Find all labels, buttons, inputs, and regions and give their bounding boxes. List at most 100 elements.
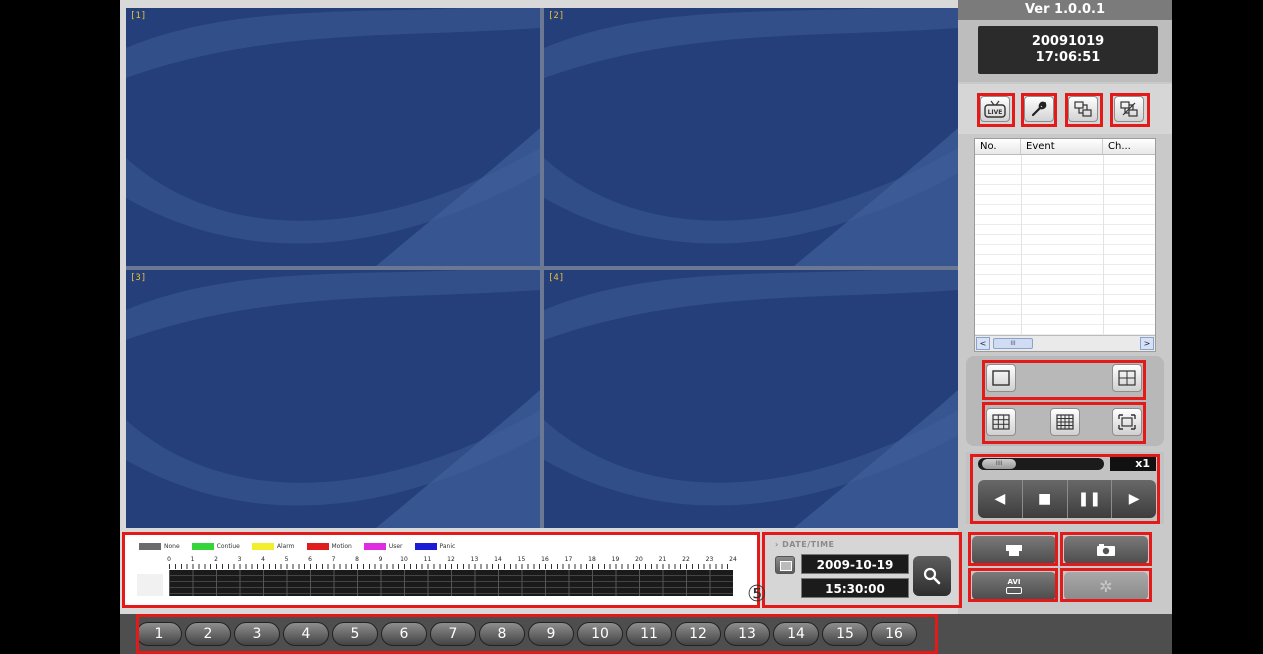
- fullscreen-button[interactable]: [1112, 408, 1142, 436]
- hour-label: 11: [423, 556, 432, 563]
- sixteen-view-button[interactable]: [1050, 408, 1080, 436]
- scroll-left-button[interactable]: <: [976, 337, 990, 350]
- channel-button-16[interactable]: 16: [871, 622, 917, 646]
- single-view-icon: [992, 370, 1010, 386]
- channel-button-2[interactable]: 2: [185, 622, 231, 646]
- channel-button-10[interactable]: 10: [577, 622, 623, 646]
- playback-speed-slider[interactable]: IIII: [978, 458, 1104, 470]
- camera-view-3[interactable]: [3]: [126, 270, 540, 528]
- channel-button-4[interactable]: 4: [283, 622, 329, 646]
- datetime-search-panel: › DATE/TIME 2009-10-19 15:30:00: [761, 534, 958, 606]
- rewind-button[interactable]: ◀: [978, 480, 1023, 518]
- print-button[interactable]: [972, 536, 1056, 564]
- scroll-thumb[interactable]: III: [993, 338, 1033, 349]
- hour-label: 24: [729, 556, 737, 563]
- action-panel: AVI ✲: [968, 530, 1164, 604]
- channel-button-6[interactable]: 6: [381, 622, 427, 646]
- hour-label: 20: [635, 556, 643, 563]
- disconnect-button[interactable]: [1114, 96, 1144, 122]
- live-button[interactable]: LIVE: [980, 96, 1010, 122]
- network-icon: [1074, 101, 1092, 117]
- channel-button-11[interactable]: 11: [626, 622, 672, 646]
- search-button[interactable]: [913, 556, 951, 596]
- horizontal-scrollbar[interactable]: < III >: [975, 335, 1155, 351]
- column-header-channel[interactable]: Ch...: [1103, 139, 1155, 154]
- legend-label: Alarm: [276, 542, 295, 550]
- hour-label: 4: [261, 556, 265, 563]
- legend-label: Panic: [439, 542, 456, 550]
- calendar-button[interactable]: [775, 556, 795, 574]
- camera-view-2[interactable]: [2]: [544, 8, 958, 266]
- channel-button-3[interactable]: 3: [234, 622, 280, 646]
- pause-button[interactable]: ❚❚: [1068, 480, 1113, 518]
- camera-view-4[interactable]: [4]: [544, 270, 958, 528]
- sixteen-view-icon: [1056, 414, 1074, 430]
- setup-button[interactable]: [1024, 96, 1054, 122]
- column-header-no[interactable]: No.: [975, 139, 1021, 154]
- dvr-viewer-app: [1] [2] [3] [4] Ver 1.0.0.1 20091019 17:…: [120, 0, 1172, 654]
- column-header-event[interactable]: Event: [1021, 139, 1103, 154]
- slider-knob[interactable]: IIII: [982, 459, 1016, 469]
- channel-label-area: [137, 574, 163, 596]
- hour-label: 13: [470, 556, 479, 563]
- hour-label: 1: [190, 556, 195, 563]
- single-view-button[interactable]: [986, 364, 1016, 392]
- fullscreen-icon: [1118, 414, 1136, 430]
- clock-display: 20091019 17:06:51: [978, 26, 1158, 74]
- event-list-header: No. Event Ch...: [975, 139, 1155, 155]
- nine-view-button[interactable]: [986, 408, 1016, 436]
- hour-label: 2: [214, 556, 218, 563]
- quad-view-icon: [1118, 370, 1136, 386]
- snapshot-button[interactable]: [1064, 536, 1148, 564]
- channel-button-1[interactable]: 1: [136, 622, 182, 646]
- video-grid: [1] [2] [3] [4]: [126, 8, 958, 528]
- channel-button-12[interactable]: 12: [675, 622, 721, 646]
- channel-button-14[interactable]: 14: [773, 622, 819, 646]
- channel-button-7[interactable]: 7: [430, 622, 476, 646]
- playback-panel: IIII x1 ◀ ■ ❚❚ ▶: [966, 452, 1164, 524]
- camera-placeholder-graphic: [544, 8, 958, 266]
- settings-button[interactable]: ✲: [1064, 572, 1148, 600]
- camera-label: [2]: [548, 11, 565, 21]
- hour-label: 6: [308, 556, 312, 563]
- recording-timeline[interactable]: None Contiue Alarm Motion User Panic 01234567…: [125, 534, 758, 606]
- connect-button[interactable]: [1068, 96, 1098, 122]
- hour-label: 5: [284, 556, 289, 563]
- wrench-icon: [1031, 101, 1047, 117]
- clock-area: 20091019 17:06:51: [958, 20, 1172, 82]
- timeline-legend: None Contiue Alarm Motion User Panic: [139, 542, 461, 550]
- pause-icon: ❚❚: [1077, 491, 1102, 507]
- date-field[interactable]: 2009-10-19: [801, 554, 909, 574]
- channel-button-13[interactable]: 13: [724, 622, 770, 646]
- camera-placeholder-graphic: [126, 270, 540, 528]
- avi-icon-label: AVI: [1007, 578, 1021, 586]
- legend-swatch: [306, 542, 329, 550]
- column-divider: [1021, 155, 1022, 335]
- channel-buttons: 1 2 3 4 5 6 7 8 9 10 11 12 13 14 15 16: [136, 622, 917, 646]
- channel-button-9[interactable]: 9: [528, 622, 574, 646]
- hour-label: 15: [517, 556, 526, 563]
- scroll-right-button[interactable]: >: [1140, 337, 1154, 350]
- hour-label: 18: [588, 556, 596, 563]
- live-icon: LIVE: [984, 100, 1006, 118]
- quad-view-button[interactable]: [1112, 364, 1142, 392]
- camera-label: [3]: [130, 273, 147, 283]
- live-icon-text: LIVE: [988, 109, 1003, 116]
- hour-label: 12: [447, 556, 455, 563]
- play-button[interactable]: ▶: [1112, 480, 1156, 518]
- legend-swatch: [251, 542, 274, 550]
- annotation-marker: ⑤: [747, 582, 767, 607]
- timeline-ruler: [169, 564, 733, 569]
- legend-item: Contiue: [191, 542, 240, 550]
- timeline-bars[interactable]: [169, 570, 733, 596]
- control-panel: Ver 1.0.0.1 20091019 17:06:51 LIVE No. E…: [958, 0, 1172, 614]
- event-list[interactable]: No. Event Ch... < III >: [974, 138, 1156, 352]
- channel-button-15[interactable]: 15: [822, 622, 868, 646]
- channel-button-8[interactable]: 8: [479, 622, 525, 646]
- camera-view-1[interactable]: [1]: [126, 8, 540, 266]
- stop-button[interactable]: ■: [1023, 480, 1068, 518]
- time-field[interactable]: 15:30:00: [801, 578, 909, 598]
- avi-export-button[interactable]: AVI: [972, 572, 1056, 600]
- legend-item: User: [363, 542, 403, 550]
- channel-button-5[interactable]: 5: [332, 622, 378, 646]
